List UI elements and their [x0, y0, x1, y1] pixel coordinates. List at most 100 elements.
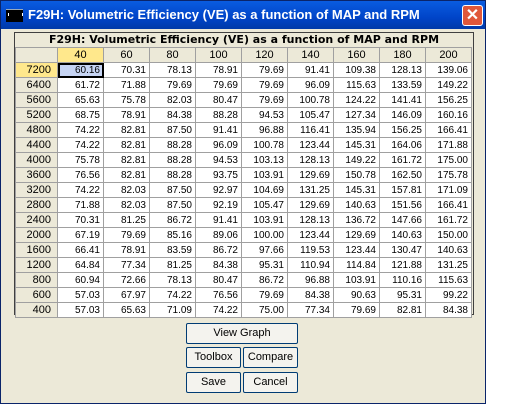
table-cell[interactable]: 57.03	[57, 302, 104, 318]
table-cell[interactable]: 97.66	[241, 242, 288, 258]
table-cell[interactable]: 79.69	[333, 302, 380, 318]
table-cell[interactable]: 105.47	[241, 197, 288, 213]
table-cell[interactable]: 123.44	[287, 227, 334, 243]
table-cell[interactable]: 88.28	[195, 107, 242, 123]
table-cell[interactable]: 110.94	[287, 257, 334, 273]
table-cell[interactable]: 79.69	[103, 227, 150, 243]
table-cell[interactable]: 82.03	[103, 197, 150, 213]
table-cell[interactable]: 79.69	[241, 62, 288, 78]
table-cell[interactable]: 127.34	[333, 107, 380, 123]
table-cell[interactable]: 140.63	[379, 227, 426, 243]
table-cell[interactable]: 94.53	[195, 152, 242, 168]
table-cell[interactable]: 74.22	[57, 122, 104, 138]
row-header[interactable]: 800	[15, 272, 58, 288]
selected-cell[interactable]: 60.16	[57, 62, 104, 78]
table-cell[interactable]: 66.41	[57, 242, 104, 258]
table-cell[interactable]: 103.13	[241, 152, 288, 168]
table-cell[interactable]: 79.69	[195, 77, 242, 93]
table-cell[interactable]: 164.06	[379, 137, 426, 153]
table-cell[interactable]: 88.28	[149, 167, 196, 183]
table-cell[interactable]: 84.38	[149, 107, 196, 123]
table-cell[interactable]: 93.75	[195, 167, 242, 183]
table-cell[interactable]: 160.16	[425, 107, 472, 123]
table-cell[interactable]: 75.78	[57, 152, 104, 168]
table-cell[interactable]: 116.41	[287, 122, 334, 138]
table-cell[interactable]: 103.91	[241, 167, 288, 183]
table-cell[interactable]: 99.22	[425, 287, 472, 303]
table-cell[interactable]: 80.47	[195, 92, 242, 108]
table-cell[interactable]: 100.78	[241, 137, 288, 153]
table-cell[interactable]: 124.22	[333, 92, 380, 108]
row-header[interactable]: 2400	[15, 212, 58, 228]
row-header[interactable]: 5200	[15, 107, 58, 123]
table-cell[interactable]: 129.69	[333, 227, 380, 243]
table-cell[interactable]: 70.31	[57, 212, 104, 228]
table-cell[interactable]: 87.50	[149, 122, 196, 138]
table-cell[interactable]: 96.09	[195, 137, 242, 153]
table-cell[interactable]: 77.34	[287, 302, 334, 318]
table-cell[interactable]: 166.41	[425, 197, 472, 213]
table-cell[interactable]: 71.88	[103, 77, 150, 93]
table-cell[interactable]: 75.00	[241, 302, 288, 318]
table-cell[interactable]: 110.16	[379, 272, 426, 288]
row-header[interactable]: 4400	[15, 137, 58, 153]
table-cell[interactable]: 128.13	[287, 212, 334, 228]
table-cell[interactable]: 100.78	[287, 92, 334, 108]
table-cell[interactable]: 95.31	[379, 287, 426, 303]
table-cell[interactable]: 81.25	[149, 257, 196, 273]
table-cell[interactable]: 103.91	[241, 212, 288, 228]
row-header[interactable]: 600	[15, 287, 58, 303]
row-header[interactable]: 2000	[15, 227, 58, 243]
table-cell[interactable]: 131.25	[425, 257, 472, 273]
table-cell[interactable]: 81.25	[103, 212, 150, 228]
column-header[interactable]: 100	[195, 47, 242, 63]
row-header[interactable]: 1200	[15, 257, 58, 273]
close-button[interactable]: ✕	[462, 5, 483, 26]
table-cell[interactable]: 151.56	[379, 197, 426, 213]
save-button[interactable]: Save	[186, 372, 241, 393]
table-cell[interactable]: 136.72	[333, 212, 380, 228]
table-cell[interactable]: 82.81	[103, 167, 150, 183]
table-cell[interactable]: 95.31	[241, 257, 288, 273]
table-cell[interactable]: 79.69	[241, 92, 288, 108]
table-cell[interactable]: 65.63	[57, 92, 104, 108]
table-cell[interactable]: 86.72	[149, 212, 196, 228]
table-cell[interactable]: 84.38	[287, 287, 334, 303]
table-cell[interactable]: 109.38	[333, 62, 380, 78]
table-cell[interactable]: 128.13	[287, 152, 334, 168]
table-cell[interactable]: 150.00	[425, 227, 472, 243]
table-cell[interactable]: 123.44	[333, 242, 380, 258]
column-header[interactable]: 40	[57, 47, 104, 63]
row-header[interactable]: 3200	[15, 182, 58, 198]
table-cell[interactable]: 135.94	[333, 122, 380, 138]
table-cell[interactable]: 76.56	[57, 167, 104, 183]
table-cell[interactable]: 175.00	[425, 152, 472, 168]
table-cell[interactable]: 87.50	[149, 182, 196, 198]
table-cell[interactable]: 91.41	[287, 62, 334, 78]
table-cell[interactable]: 70.31	[103, 62, 150, 78]
table-cell[interactable]: 141.41	[379, 92, 426, 108]
column-header[interactable]: 60	[103, 47, 150, 63]
table-cell[interactable]: 157.81	[379, 182, 426, 198]
table-cell[interactable]: 82.81	[103, 137, 150, 153]
table-cell[interactable]: 78.91	[195, 62, 242, 78]
table-cell[interactable]: 80.47	[195, 272, 242, 288]
table-cell[interactable]: 71.88	[57, 197, 104, 213]
table-cell[interactable]: 96.88	[241, 122, 288, 138]
table-cell[interactable]: 121.88	[379, 257, 426, 273]
table-cell[interactable]: 171.88	[425, 137, 472, 153]
table-cell[interactable]: 79.69	[241, 287, 288, 303]
table-cell[interactable]: 86.72	[195, 242, 242, 258]
table-cell[interactable]: 140.63	[425, 242, 472, 258]
table-cell[interactable]: 64.84	[57, 257, 104, 273]
table-cell[interactable]: 162.50	[379, 167, 426, 183]
table-cell[interactable]: 74.22	[57, 182, 104, 198]
table-cell[interactable]: 78.91	[103, 242, 150, 258]
table-cell[interactable]: 140.63	[333, 197, 380, 213]
table-cell[interactable]: 57.03	[57, 287, 104, 303]
table-cell[interactable]: 130.47	[379, 242, 426, 258]
table-cell[interactable]: 175.78	[425, 167, 472, 183]
table-cell[interactable]: 171.09	[425, 182, 472, 198]
table-cell[interactable]: 89.06	[195, 227, 242, 243]
table-cell[interactable]: 84.38	[425, 302, 472, 318]
